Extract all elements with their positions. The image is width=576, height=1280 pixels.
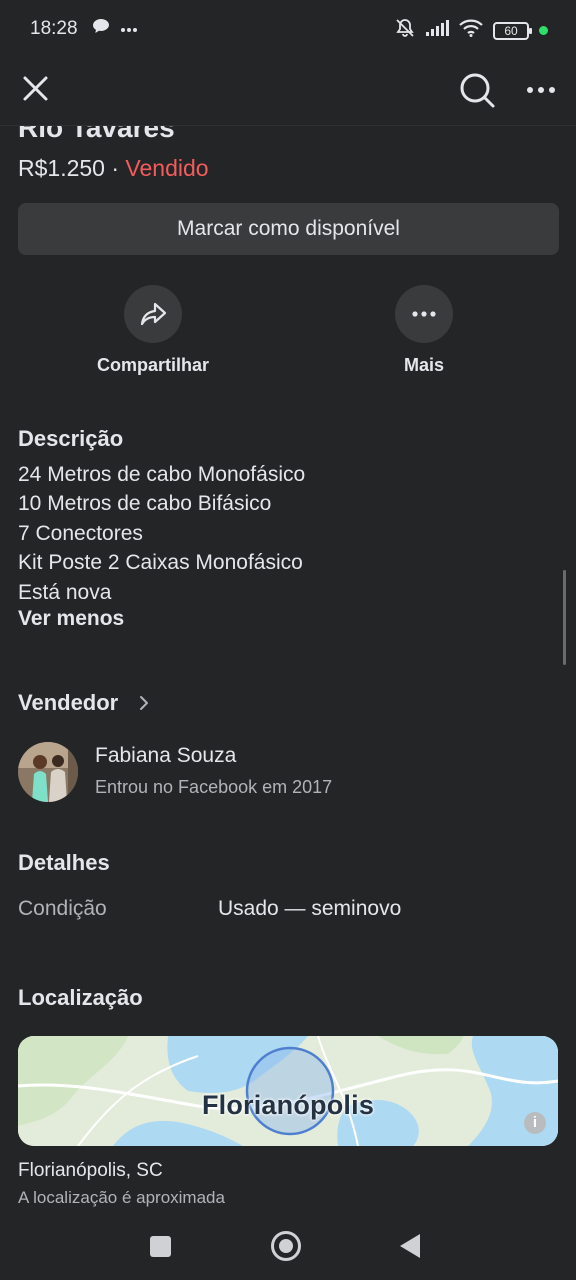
scrollbar-thumb[interactable] bbox=[563, 570, 566, 665]
location-map[interactable]: Florianópolis i bbox=[18, 1036, 558, 1146]
chevron-right-icon bbox=[140, 696, 149, 710]
wifi-icon bbox=[459, 19, 483, 42]
back-button[interactable] bbox=[400, 1234, 420, 1258]
more-dots-icon bbox=[412, 311, 436, 317]
more-horizontal-icon bbox=[527, 87, 555, 93]
map-info-icon[interactable]: i bbox=[524, 1112, 546, 1134]
mark-available-button[interactable]: Marcar como disponível bbox=[18, 203, 559, 255]
home-button[interactable] bbox=[271, 1231, 301, 1261]
recents-button[interactable] bbox=[150, 1236, 171, 1257]
battery-icon: 60 bbox=[493, 21, 532, 40]
status-system-icons: 60 bbox=[395, 18, 548, 43]
avatar-photo bbox=[18, 742, 78, 802]
marketplace-listing-screen: 18:28 60 Rio Tavares R$1.250 · Vendido M… bbox=[0, 0, 576, 1280]
description-line: Está nova bbox=[18, 580, 112, 604]
description-line: 10 Metros de cabo Bifásico bbox=[18, 492, 272, 516]
price-row: R$1.250 · Vendido bbox=[18, 155, 209, 182]
search-button[interactable] bbox=[457, 70, 497, 110]
status-bar: 18:28 60 bbox=[0, 0, 576, 60]
description-text: 24 Metros de cabo Monofásico 10 Metros d… bbox=[18, 460, 305, 607]
close-icon bbox=[23, 76, 48, 101]
seller-heading: Vendedor bbox=[18, 690, 119, 715]
seller-name[interactable]: Fabiana Souza bbox=[95, 744, 236, 768]
close-button[interactable] bbox=[18, 70, 54, 106]
location-city: Florianópolis, SC bbox=[18, 1160, 163, 1181]
description-line: 7 Conectores bbox=[18, 521, 143, 545]
status-time: 18:28 bbox=[30, 18, 78, 39]
see-less-link[interactable]: Ver menos bbox=[18, 607, 124, 631]
seller-avatar[interactable] bbox=[18, 742, 78, 802]
more-action[interactable]: Mais bbox=[344, 285, 504, 376]
detail-condition-key: Condição bbox=[18, 897, 107, 920]
location-note: A localização é aproximada bbox=[18, 1188, 225, 1207]
description-line: Kit Poste 2 Caixas Monofásico bbox=[18, 551, 303, 575]
listing-price: R$1.250 bbox=[18, 155, 105, 181]
seller-header[interactable]: Vendedor bbox=[18, 690, 150, 716]
share-label: Compartilhar bbox=[96, 355, 210, 375]
map-city-label: Florianópolis bbox=[201, 1090, 375, 1120]
share-icon bbox=[140, 302, 167, 326]
search-icon bbox=[460, 73, 495, 108]
chat-bubble-icon bbox=[92, 18, 110, 39]
share-action[interactable]: Compartilhar bbox=[73, 285, 233, 376]
detail-condition-value: Usado — seminovo bbox=[218, 897, 402, 920]
location-heading: Localização bbox=[18, 985, 143, 1010]
more-options-button[interactable] bbox=[520, 72, 562, 108]
signal-icon bbox=[425, 20, 449, 41]
more-button[interactable] bbox=[395, 285, 453, 343]
description-heading: Descrição bbox=[18, 426, 124, 451]
top-app-bar bbox=[0, 60, 576, 126]
privacy-indicator-dot bbox=[539, 26, 548, 35]
status-notification-icons bbox=[92, 18, 138, 39]
more-label: Mais bbox=[403, 355, 445, 375]
mute-icon bbox=[395, 18, 415, 43]
details-heading: Detalhes bbox=[18, 850, 110, 875]
description-line: 24 Metros de cabo Monofásico bbox=[18, 463, 306, 486]
listing-status: Vendido bbox=[125, 155, 209, 181]
system-navigation-bar bbox=[0, 1215, 576, 1280]
seller-joined: Entrou no Facebook em 2017 bbox=[95, 777, 333, 797]
share-button[interactable] bbox=[124, 285, 182, 343]
more-dots-icon bbox=[120, 20, 138, 38]
price-separator: · bbox=[104, 155, 126, 181]
